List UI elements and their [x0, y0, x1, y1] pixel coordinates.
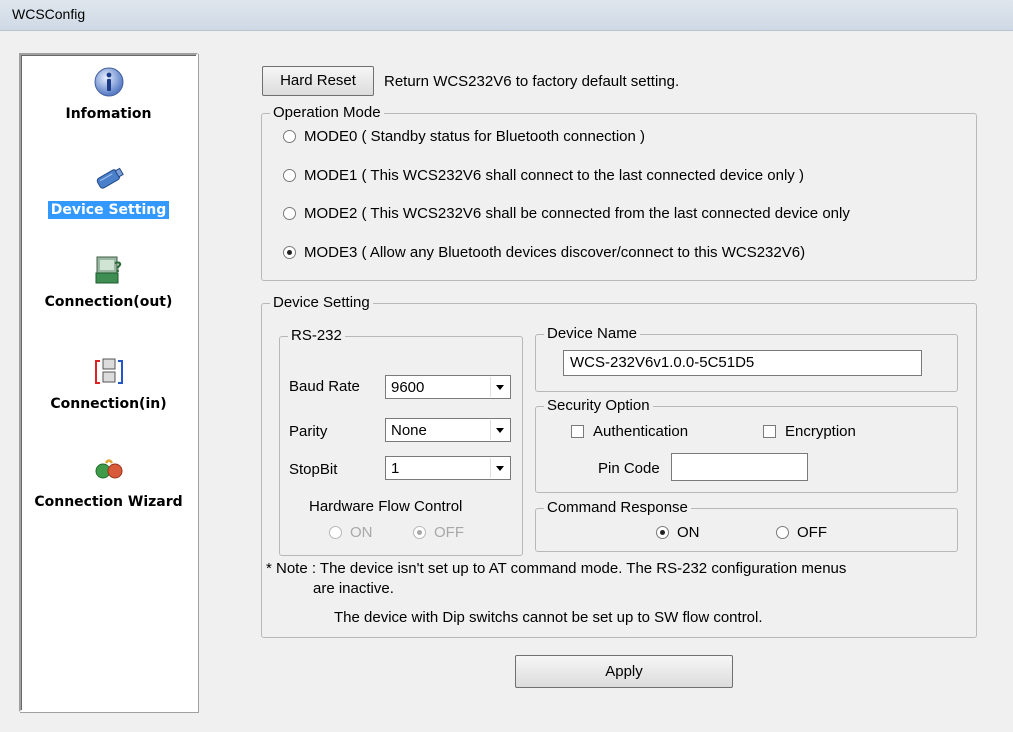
parity-value: None — [391, 422, 427, 439]
command-response-on-radio[interactable]: ON — [656, 524, 700, 541]
radio-indicator — [329, 526, 342, 539]
note-line-1: * Note : The device isn't set up to AT c… — [266, 560, 847, 577]
device-name-legend: Device Name — [544, 325, 641, 343]
command-response-on-label: ON — [677, 524, 700, 541]
sidebar-item-label: Connection(in) — [50, 396, 167, 412]
stopbit-label: StopBit — [289, 461, 338, 478]
note-line-2: are inactive. — [313, 580, 394, 597]
sidebar-item-infomation[interactable]: Infomation — [21, 65, 196, 123]
info-icon — [94, 67, 123, 97]
baud-rate-label: Baud Rate — [289, 378, 360, 395]
sidebar-item-connection-wizard[interactable]: Connection Wizard — [21, 453, 196, 511]
flow-control-off-label: OFF — [434, 524, 464, 541]
radio-indicator — [413, 526, 426, 539]
flow-control-on-label: ON — [350, 524, 373, 541]
sidebar: Infomation Device Setting ? Connection(o… — [19, 53, 198, 712]
mode2-label: MODE2 ( This WCS232V6 shall be connected… — [304, 205, 850, 222]
hardware-flow-control-label: Hardware Flow Control — [309, 498, 463, 515]
encryption-label: Encryption — [785, 423, 856, 440]
sidebar-item-connection-in[interactable]: Connection(in) — [21, 355, 196, 413]
radio-indicator — [283, 246, 296, 259]
authentication-label: Authentication — [593, 423, 689, 440]
radio-indicator — [656, 526, 669, 539]
chevron-down-icon[interactable] — [490, 377, 509, 397]
flow-control-off-radio[interactable]: OFF — [413, 524, 464, 541]
command-response-legend: Command Response — [544, 499, 691, 517]
flow-control-on-radio[interactable]: ON — [329, 524, 373, 541]
device-setting-legend: Device Setting — [270, 294, 373, 312]
sidebar-item-device-setting[interactable]: Device Setting — [21, 161, 196, 219]
radio-indicator — [283, 169, 296, 182]
radio-indicator — [283, 207, 296, 220]
svg-text:?: ? — [114, 260, 122, 276]
command-response-group: Command Response — [535, 499, 958, 552]
sidebar-item-label: Connection Wizard — [34, 494, 183, 510]
device-name-input[interactable]: WCS-232V6v1.0.0-5C51D5 — [563, 350, 922, 376]
baud-rate-value: 9600 — [391, 379, 425, 396]
radio-indicator — [283, 130, 296, 143]
hard-reset-description: Return WCS232V6 to factory default setti… — [384, 73, 680, 90]
sidebar-item-label: Connection(out) — [44, 294, 173, 310]
mode0-label: MODE0 ( Standby status for Bluetooth con… — [304, 128, 646, 145]
mode2-radio[interactable]: MODE2 ( This WCS232V6 shall be connected… — [283, 205, 850, 222]
rs232-group: RS-232 — [279, 327, 523, 556]
sidebar-item-connection-out[interactable]: ? Connection(out) — [21, 253, 196, 311]
chevron-down-icon[interactable] — [490, 458, 509, 478]
pin-code-label: Pin Code — [598, 460, 660, 477]
serial-adapter-icon — [96, 167, 124, 189]
apply-button[interactable]: Apply — [515, 655, 733, 688]
operation-mode-legend: Operation Mode — [270, 104, 384, 122]
baud-rate-select[interactable]: 9600 — [385, 375, 511, 399]
command-response-off-label: OFF — [797, 524, 827, 541]
stopbit-select[interactable]: 1 — [385, 456, 511, 480]
title-bar: WCSConfig — [0, 0, 1013, 31]
radio-indicator — [776, 526, 789, 539]
encryption-checkbox[interactable]: Encryption — [763, 423, 856, 440]
connection-in-icon — [94, 358, 123, 384]
sidebar-item-label: Device Setting — [47, 201, 170, 219]
hard-reset-button[interactable]: Hard Reset — [262, 66, 374, 96]
mode1-label: MODE1 ( This WCS232V6 shall connect to t… — [304, 167, 804, 184]
mode3-radio[interactable]: MODE3 ( Allow any Bluetooth devices disc… — [283, 244, 805, 261]
wizard-icon — [95, 459, 122, 479]
sidebar-item-label: Infomation — [65, 106, 152, 122]
mode3-label: MODE3 ( Allow any Bluetooth devices disc… — [304, 244, 806, 261]
checkbox-indicator — [763, 425, 776, 438]
chevron-down-icon[interactable] — [490, 420, 509, 440]
mode0-radio[interactable]: MODE0 ( Standby status for Bluetooth con… — [283, 128, 645, 145]
security-option-legend: Security Option — [544, 397, 653, 415]
rs232-legend: RS-232 — [288, 327, 345, 345]
device-name-value: WCS-232V6v1.0.0-5C51D5 — [570, 354, 755, 371]
checkbox-indicator — [571, 425, 584, 438]
window-title: WCSConfig — [12, 6, 86, 22]
mode1-radio[interactable]: MODE1 ( This WCS232V6 shall connect to t… — [283, 167, 804, 184]
authentication-checkbox[interactable]: Authentication — [571, 423, 688, 440]
command-response-off-radio[interactable]: OFF — [776, 524, 827, 541]
parity-select[interactable]: None — [385, 418, 511, 442]
pin-code-input[interactable] — [671, 453, 808, 481]
stopbit-value: 1 — [391, 460, 400, 477]
note-line-3: The device with Dip switchs cannot be se… — [334, 609, 763, 626]
connection-out-icon: ? — [95, 256, 122, 284]
parity-label: Parity — [289, 423, 328, 440]
